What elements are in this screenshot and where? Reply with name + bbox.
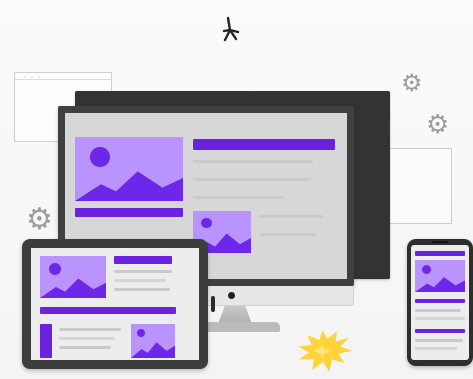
text-line <box>415 347 457 350</box>
sparkle-icon <box>222 16 240 42</box>
tablet-device <box>22 239 215 369</box>
text-line <box>193 169 329 172</box>
text-line <box>59 346 111 349</box>
phone-header-bar <box>415 251 465 256</box>
text-line <box>114 270 172 273</box>
tablet-screen <box>31 248 199 360</box>
text-line <box>415 339 463 342</box>
image-placeholder <box>40 256 106 298</box>
text-line <box>259 233 317 236</box>
text-line <box>59 328 121 331</box>
phone-content-bar <box>415 299 465 303</box>
text-line <box>415 309 461 312</box>
tablet-home-button-icon <box>211 296 215 312</box>
text-line <box>415 317 465 320</box>
responsive-design-illustration: · · · ⚙ ⚙ ⚙ <box>0 0 473 379</box>
text-line <box>193 160 313 163</box>
gear-icon: ⚙ <box>426 110 450 140</box>
gear-icon: ⚙ <box>401 69 423 97</box>
power-button-icon <box>228 292 235 299</box>
tablet-divider-bar <box>40 307 176 314</box>
background-window-right <box>388 148 452 224</box>
text-line <box>193 178 311 181</box>
text-line <box>193 196 283 199</box>
image-placeholder <box>75 137 183 201</box>
text-line <box>259 215 323 218</box>
tablet-side-bar <box>40 324 52 358</box>
desktop-banner <box>75 208 183 217</box>
phone-speaker-icon <box>432 241 448 243</box>
text-line <box>59 337 115 340</box>
text-line <box>259 224 333 227</box>
tablet-heading-bar <box>114 256 172 264</box>
gear-icon: ⚙ <box>26 202 53 237</box>
desktop-heading-bar <box>193 139 335 150</box>
image-placeholder <box>415 260 465 292</box>
text-line <box>259 242 329 245</box>
text-line <box>193 187 321 190</box>
text-line <box>114 279 166 282</box>
text-line <box>114 288 170 291</box>
smartphone-device <box>407 239 473 366</box>
phone-screen <box>411 245 469 360</box>
phone-footer-bar <box>415 329 465 333</box>
image-placeholder <box>131 324 175 358</box>
background-window-dots: · · · <box>23 74 42 81</box>
